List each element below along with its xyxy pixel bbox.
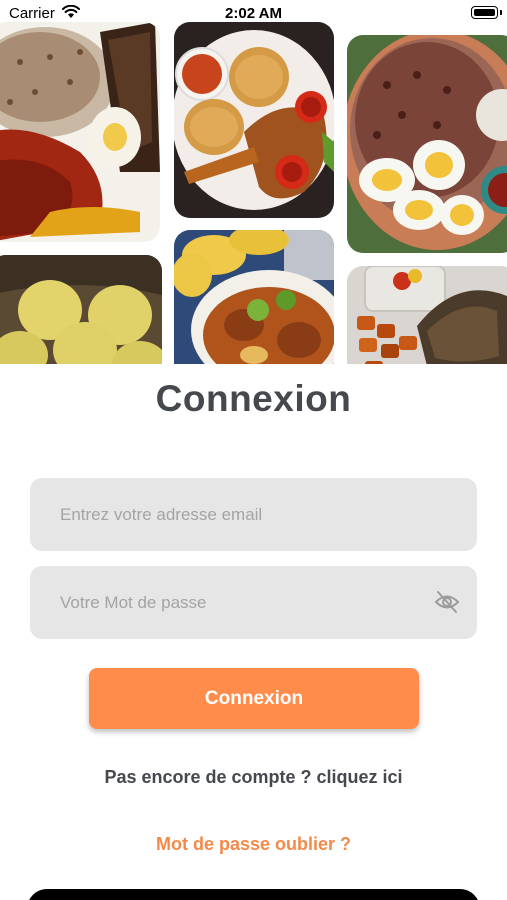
login-button[interactable]: Connexion: [89, 668, 419, 729]
email-field[interactable]: [30, 478, 477, 551]
page-title: Connexion: [155, 378, 352, 419]
forgot-password-link[interactable]: Mot de passe oublier ?: [0, 834, 507, 855]
food-photo-fufu-chicken: [174, 22, 334, 218]
food-photo-mango-stew: [174, 230, 334, 364]
food-gallery: [0, 0, 507, 364]
status-bar: Carrier 2:02 AM: [0, 0, 507, 26]
food-photo-yam-balls: [0, 255, 162, 364]
bottom-bar: [27, 889, 480, 900]
email-input[interactable]: [60, 478, 440, 551]
password-input[interactable]: [60, 566, 440, 639]
food-photo-beans-eggs: [347, 35, 507, 253]
eye-slash-icon[interactable]: [434, 590, 460, 614]
battery-icon: [471, 6, 498, 19]
clock: 2:02 AM: [225, 5, 282, 22]
password-field[interactable]: [30, 566, 477, 639]
signup-link[interactable]: Pas encore de compte ? cliquez ici: [0, 767, 507, 788]
food-photo-rice-stew: [0, 22, 160, 242]
food-photo-grilled-fish: [347, 266, 507, 364]
